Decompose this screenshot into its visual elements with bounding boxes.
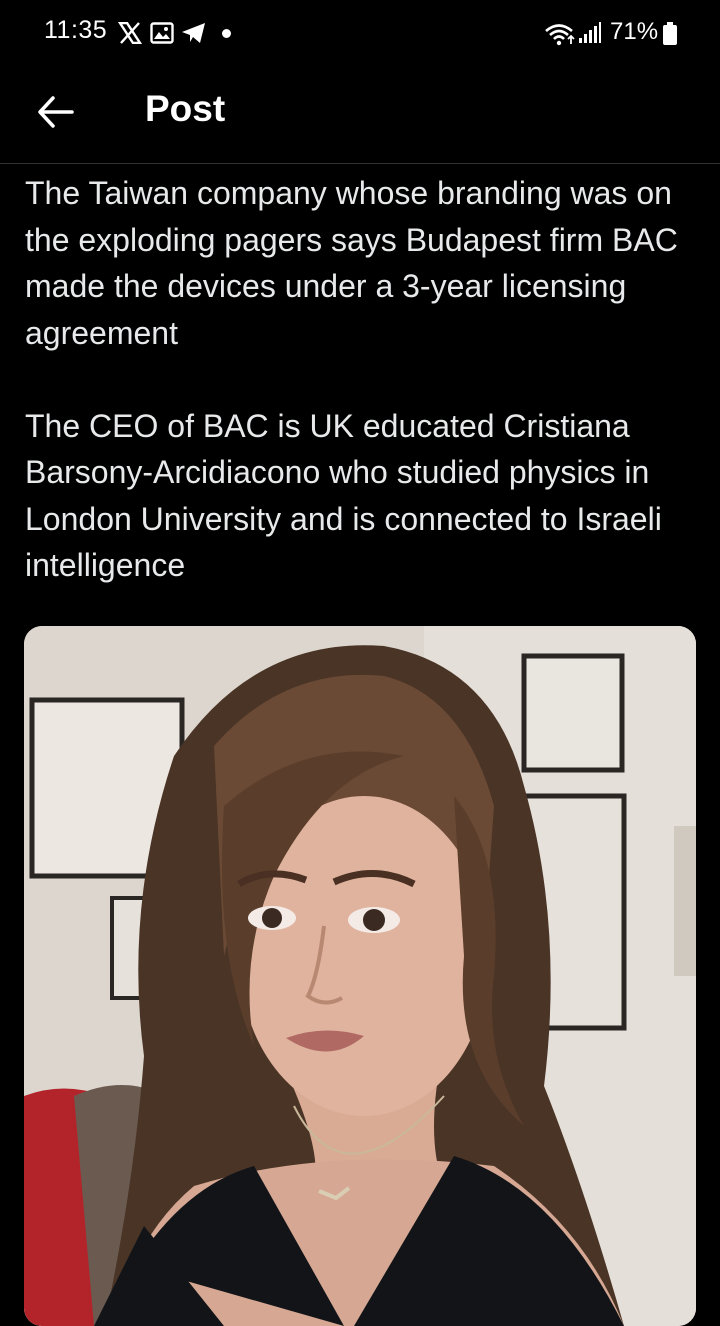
x-logo-icon xyxy=(118,22,142,44)
wifi-icon xyxy=(545,24,575,46)
telegram-icon xyxy=(182,23,205,43)
battery-percentage: 71% xyxy=(610,18,659,45)
post-header: Post xyxy=(0,66,720,164)
photo-illustration xyxy=(24,626,696,1326)
status-time: 11:35 xyxy=(44,16,108,44)
notification-dot-icon xyxy=(222,29,231,38)
status-bar: 11:35 71% xyxy=(0,0,720,66)
post-paragraph: The Taiwan company whose branding was on… xyxy=(25,175,678,351)
post-photo[interactable] xyxy=(24,626,696,1326)
arrow-left-icon xyxy=(38,96,74,128)
post-paragraph: The CEO of BAC is UK educated Cristiana … xyxy=(25,407,662,584)
signal-icon xyxy=(579,22,601,43)
image-icon xyxy=(150,22,174,44)
post-text: The Taiwan company whose branding was on… xyxy=(25,170,695,589)
page-title: Post xyxy=(145,88,226,129)
back-button[interactable] xyxy=(30,86,82,138)
battery-icon xyxy=(663,22,677,45)
